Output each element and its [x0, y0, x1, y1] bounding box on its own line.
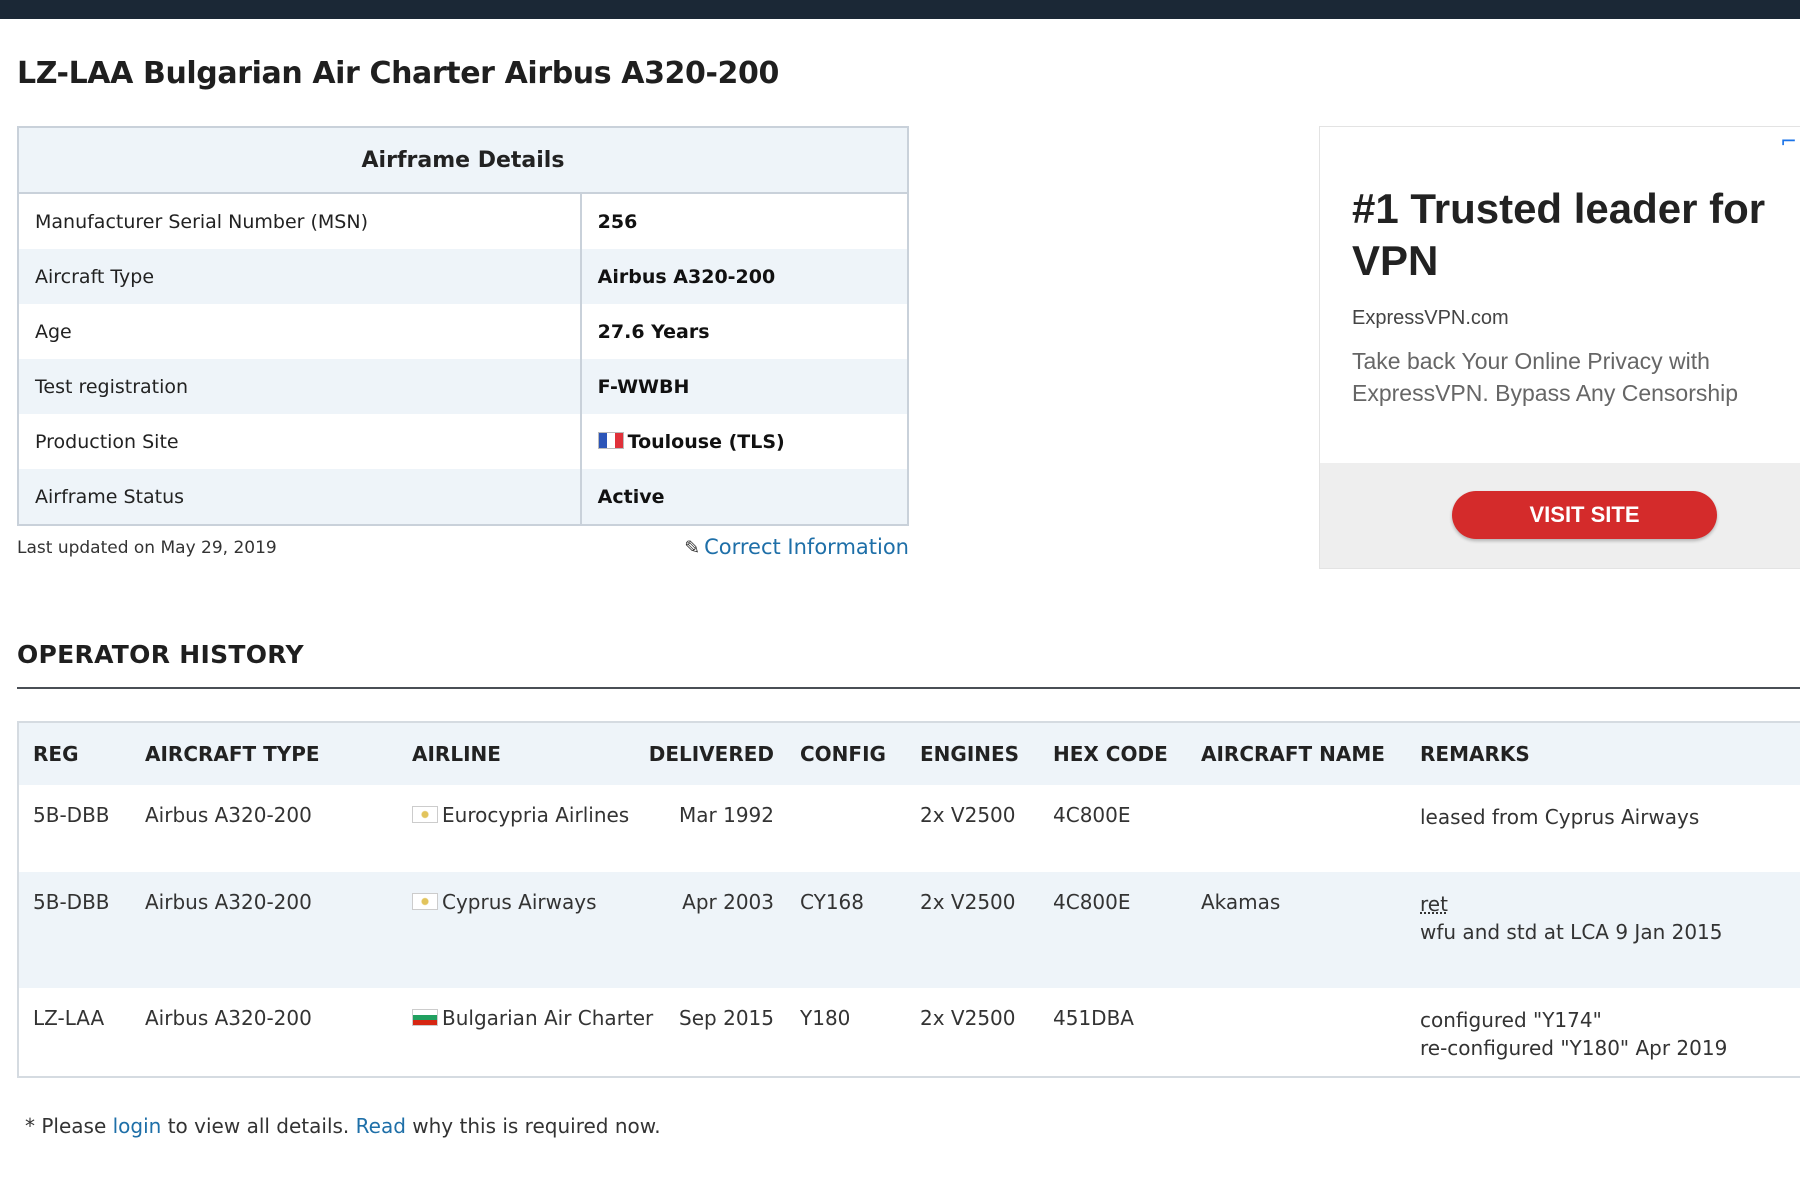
- airframe-row-value: 256: [597, 210, 638, 233]
- remarks-cell: leased from Cyprus Airways: [1406, 785, 1800, 872]
- correct-information-label: Correct Information: [704, 535, 909, 559]
- airline-name: Cyprus Airways: [442, 890, 597, 914]
- correct-information-link[interactable]: ✎ Correct Information: [684, 535, 909, 559]
- login-notice-suffix: why this is required now.: [412, 1114, 661, 1138]
- table-header-row: REG AIRCRAFT TYPE AIRLINE DELIVERED CONF…: [18, 722, 1800, 785]
- hex-code-cell: 451DBA: [1053, 1006, 1134, 1030]
- airframe-row-value: Airbus A320-200: [580, 249, 908, 304]
- operator-history-table: REG AIRCRAFT TYPE AIRLINE DELIVERED CONF…: [17, 721, 1800, 1078]
- read-link[interactable]: Read: [356, 1114, 406, 1138]
- airframe-row-value: F-WWBH: [580, 359, 908, 414]
- airframe-row-value: Toulouse (TLS): [627, 430, 785, 453]
- airframe-row-label: Airframe Status: [18, 469, 582, 525]
- edit-icon: ✎: [684, 537, 701, 559]
- delivered-cell: Mar 1992: [679, 803, 774, 827]
- airframe-row: Production Site Toulouse (TLS): [18, 414, 908, 469]
- ad-domain[interactable]: ExpressVPN.com: [1352, 307, 1509, 330]
- aircraft-type-cell: Airbus A320-200: [145, 803, 312, 827]
- column-header[interactable]: REMARKS: [1406, 722, 1800, 785]
- airline-cell: Bulgarian Air Charter: [398, 988, 653, 1077]
- column-header[interactable]: DELIVERED: [647, 722, 786, 785]
- column-header[interactable]: AIRLINE: [398, 722, 647, 785]
- column-header[interactable]: AIRCRAFT NAME: [1187, 722, 1406, 785]
- cyprus-flag-icon: [412, 806, 438, 823]
- hex-code-cell: 4C800E: [1053, 803, 1131, 827]
- login-notice: * Please login to view all details. Read…: [25, 1114, 661, 1138]
- aircraft-type-cell: Airbus A320-200: [145, 1006, 312, 1030]
- last-updated-text: Last updated on May 29, 2019: [17, 538, 277, 558]
- adchoices-icon[interactable]: ⌐: [1780, 129, 1797, 153]
- engines-cell: 2x V2500: [920, 1006, 1016, 1030]
- airline-name: Eurocypria Airlines: [442, 803, 630, 827]
- airframe-row-value-cell: Toulouse (TLS): [581, 414, 908, 469]
- airframe-row-label: Production Site: [18, 414, 582, 469]
- config-cell: [786, 785, 906, 872]
- hex-code-cell: 4C800E: [1039, 872, 1187, 988]
- engines-cell: 2x V2500: [906, 872, 1039, 988]
- aircraft-name-cell: [1187, 785, 1406, 872]
- airframe-details-heading: Airframe Details: [18, 127, 908, 194]
- column-header[interactable]: ENGINES: [906, 722, 1039, 785]
- top-nav-bar: [0, 0, 1800, 19]
- france-flag-icon: [597, 431, 624, 449]
- remark-line: re-configured "Y180" Apr 2019: [1420, 1036, 1728, 1060]
- remark-line: wfu and std at LCA 9 Jan 2015: [1420, 920, 1723, 944]
- table-row: LZ-LAA Airbus A320-200 Bulgarian Air Cha…: [18, 988, 1800, 1077]
- delivered-cell: Sep 2015: [679, 1006, 774, 1030]
- login-notice-middle: to view all details.: [167, 1114, 350, 1138]
- airline-name: Bulgarian Air Charter: [442, 1006, 654, 1030]
- airframe-row-label: Aircraft Type: [18, 249, 582, 304]
- remarks-cell: ret wfu and std at LCA 9 Jan 2015: [1406, 872, 1800, 988]
- airframe-row-value: Active: [580, 469, 908, 525]
- column-header[interactable]: CONFIG: [786, 722, 906, 785]
- airframe-row-label: Age: [18, 304, 582, 359]
- aircraft-name-cell: [1187, 988, 1406, 1077]
- airframe-row: Manufacturer Serial Number (MSN) 256: [18, 193, 908, 249]
- column-header[interactable]: REG: [18, 722, 131, 785]
- reg-cell: 5B-DBB: [33, 803, 110, 827]
- table-row: 5B-DBB Airbus A320-200 Eurocypria Airlin…: [18, 785, 1800, 872]
- airframe-details-table: Airframe Details Manufacturer Serial Num…: [17, 126, 909, 526]
- config-cell: CY168: [786, 872, 906, 988]
- airframe-row: Airframe Status Active: [18, 469, 908, 525]
- table-row: 5B-DBB Airbus A320-200 Cyprus Airways Ap…: [18, 872, 1800, 988]
- aircraft-type-cell: Airbus A320-200: [131, 872, 398, 988]
- ad-footer: VISIT SITE: [1320, 463, 1800, 568]
- login-notice-prefix: * Please: [25, 1114, 107, 1138]
- remark-line[interactable]: ret: [1420, 890, 1800, 918]
- airline-cell: Cyprus Airways: [398, 872, 647, 988]
- airframe-row-label: Test registration: [18, 359, 582, 414]
- ad-headline[interactable]: #1 Trusted leader for VPN: [1352, 183, 1792, 287]
- column-header[interactable]: HEX CODE: [1039, 722, 1187, 785]
- remarks-cell: configured "Y174" re-configured "Y180" A…: [1406, 988, 1800, 1077]
- section-divider: [17, 687, 1800, 689]
- page-title: LZ-LAA Bulgarian Air Charter Airbus A320…: [17, 56, 779, 91]
- config-cell: Y180: [800, 1006, 851, 1030]
- vpn-ad-banner[interactable]: ⌐ #1 Trusted leader for VPN ExpressVPN.c…: [1319, 126, 1800, 569]
- airline-cell: Eurocypria Airlines: [398, 785, 647, 872]
- airframe-row-label: Manufacturer Serial Number (MSN): [18, 193, 582, 249]
- remark-line: leased from Cyprus Airways: [1420, 805, 1700, 829]
- login-link[interactable]: login: [113, 1114, 162, 1138]
- cyprus-flag-icon: [412, 893, 438, 910]
- airframe-row: Age 27.6 Years: [18, 304, 908, 359]
- delivered-cell: Apr 2003: [647, 872, 786, 988]
- airframe-row: Test registration F-WWBH: [18, 359, 908, 414]
- column-header[interactable]: AIRCRAFT TYPE: [131, 722, 398, 785]
- reg-cell: LZ-LAA: [33, 1006, 105, 1030]
- visit-site-button[interactable]: VISIT SITE: [1452, 491, 1717, 539]
- remark-line: configured "Y174": [1420, 1008, 1602, 1032]
- aircraft-name-cell: Akamas: [1187, 872, 1406, 988]
- bulgaria-flag-icon: [412, 1009, 438, 1026]
- airframe-row-value: 27.6 Years: [597, 320, 710, 343]
- airframe-row: Aircraft Type Airbus A320-200: [18, 249, 908, 304]
- ad-body-text[interactable]: Take back Your Online Privacy with Expre…: [1352, 345, 1792, 409]
- engines-cell: 2x V2500: [920, 803, 1016, 827]
- operator-history-heading: OPERATOR HISTORY: [17, 640, 304, 669]
- reg-cell: 5B-DBB: [18, 872, 131, 988]
